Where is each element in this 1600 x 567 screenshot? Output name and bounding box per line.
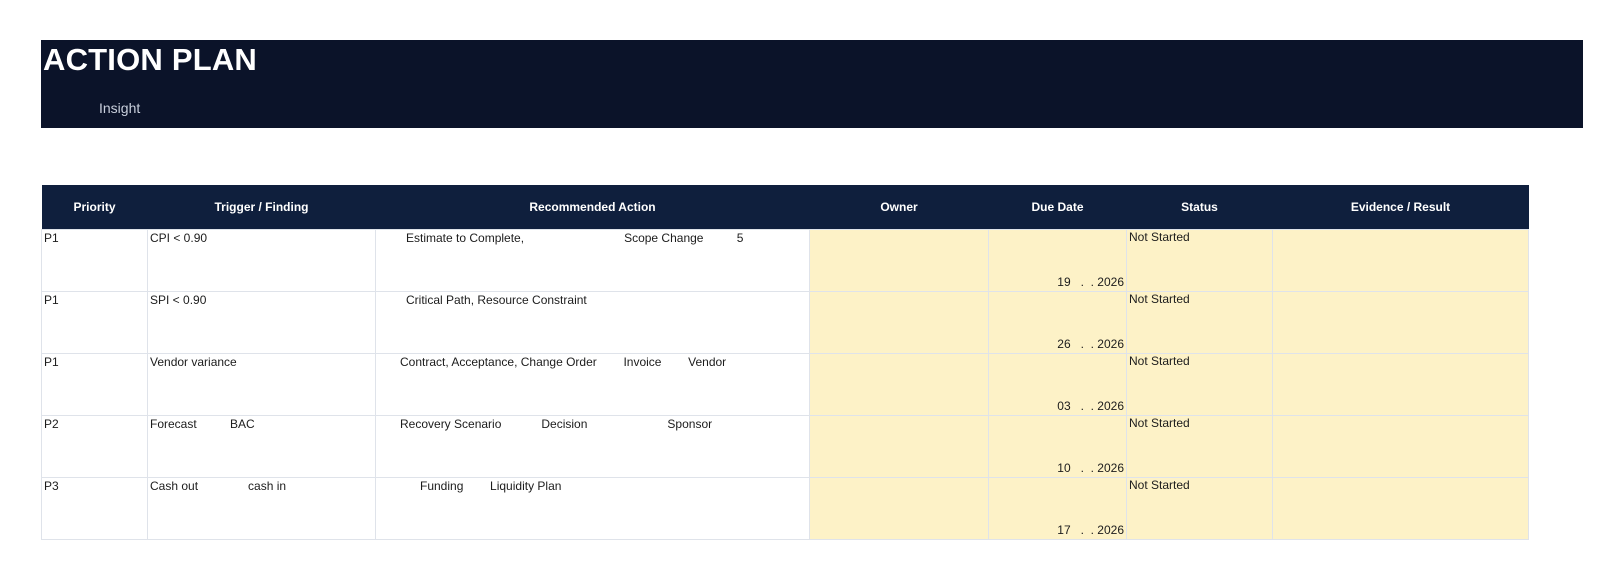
trigger-cell[interactable]: CPI < 0.90: [147, 229, 376, 292]
owner-cell[interactable]: [809, 229, 989, 292]
evidence-cell[interactable]: [1272, 477, 1529, 540]
table-row: P1 SPI < 0.90 Critical Path, Resource Co…: [41, 291, 1529, 354]
status-cell[interactable]: Not Started: [1126, 353, 1273, 416]
column-header-owner: Owner: [809, 185, 989, 230]
page-title: ACTION PLAN: [43, 42, 258, 77]
status-cell[interactable]: Not Started: [1126, 477, 1273, 540]
status-cell[interactable]: Not Started: [1126, 291, 1273, 354]
column-header-status: Status: [1126, 185, 1273, 230]
action-cell[interactable]: Recovery Scenario Decision Sponsor: [375, 415, 810, 478]
trigger-cell[interactable]: Cash out cash in: [147, 477, 376, 540]
due-date-cell[interactable]: 17 . . 2026: [988, 477, 1127, 540]
owner-cell[interactable]: [809, 291, 989, 354]
owner-cell[interactable]: [809, 415, 989, 478]
evidence-cell[interactable]: [1272, 415, 1529, 478]
priority-cell[interactable]: P1: [41, 353, 148, 416]
trigger-cell[interactable]: Forecast BAC: [147, 415, 376, 478]
trigger-cell[interactable]: SPI < 0.90: [147, 291, 376, 354]
table-row: P1 CPI < 0.90 Estimate to Complete, Scop…: [41, 229, 1529, 292]
priority-cell[interactable]: P3: [41, 477, 148, 540]
evidence-cell[interactable]: [1272, 229, 1529, 292]
evidence-cell[interactable]: [1272, 291, 1529, 354]
table-header-row: Priority Trigger / Finding Recommended A…: [41, 185, 1529, 230]
evidence-cell[interactable]: [1272, 353, 1529, 416]
due-date-cell[interactable]: 26 . . 2026: [988, 291, 1127, 354]
status-cell[interactable]: Not Started: [1126, 415, 1273, 478]
priority-cell[interactable]: P2: [41, 415, 148, 478]
column-header-evidence: Evidence / Result: [1272, 185, 1529, 230]
action-cell[interactable]: Critical Path, Resource Constraint: [375, 291, 810, 354]
column-header-trigger: Trigger / Finding: [147, 185, 376, 230]
trigger-cell[interactable]: Vendor variance: [147, 353, 376, 416]
priority-cell[interactable]: P1: [41, 229, 148, 292]
action-cell[interactable]: Contract, Acceptance, Change Order Invoi…: [375, 353, 810, 416]
table-row: P1 Vendor variance Contract, Acceptance,…: [41, 353, 1529, 416]
due-date-cell[interactable]: 19 . . 2026: [988, 229, 1127, 292]
table-row: P3 Cash out cash in Funding Liquidity Pl…: [41, 477, 1529, 540]
action-cell[interactable]: Funding Liquidity Plan: [375, 477, 810, 540]
action-cell[interactable]: Estimate to Complete, Scope Change 5: [375, 229, 810, 292]
owner-cell[interactable]: [809, 477, 989, 540]
status-cell[interactable]: Not Started: [1126, 229, 1273, 292]
table-row: P2 Forecast BAC Recovery Scenario Decisi…: [41, 415, 1529, 478]
column-header-due-date: Due Date: [988, 185, 1127, 230]
due-date-cell[interactable]: 10 . . 2026: [988, 415, 1127, 478]
priority-cell[interactable]: P1: [41, 291, 148, 354]
owner-cell[interactable]: [809, 353, 989, 416]
action-plan-table: Priority Trigger / Finding Recommended A…: [41, 185, 1529, 540]
page-subtitle: Insight: [99, 100, 141, 116]
column-header-priority: Priority: [41, 185, 148, 230]
title-banner: ACTION PLAN Insight: [41, 40, 1583, 128]
column-header-action: Recommended Action: [375, 185, 810, 230]
due-date-cell[interactable]: 03 . . 2026: [988, 353, 1127, 416]
